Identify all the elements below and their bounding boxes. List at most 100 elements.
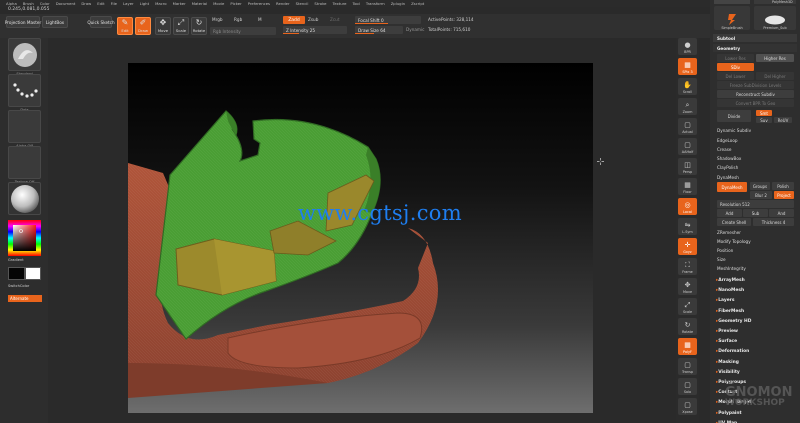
menu-item[interactable]: File <box>111 1 117 6</box>
menu-item[interactable]: Tool <box>352 1 359 6</box>
shelf-local-button[interactable]: ◎ Local <box>678 198 697 215</box>
shelf-rotate-button[interactable]: ↻ Rotate <box>678 318 697 335</box>
draw-mode-button[interactable]: ✐ Draw <box>135 17 151 35</box>
blur-slider[interactable]: Blur 2 <box>750 191 772 199</box>
section-deformation[interactable]: Deformation <box>716 349 749 354</box>
shelf-bpr-button[interactable]: ● BPR <box>678 38 697 55</box>
edit-mode-button[interactable]: ✎ Edit <box>117 17 133 35</box>
menu-item[interactable]: Material <box>192 1 207 6</box>
shelf-spix-3-button[interactable]: ▦ SPix 3 <box>678 58 697 75</box>
dynamesh-section[interactable]: DynaMesh <box>713 173 797 181</box>
menu-item[interactable]: Transform <box>366 1 385 6</box>
menu-item[interactable]: Render <box>276 1 290 6</box>
section-visibility[interactable]: Visibility <box>716 370 740 375</box>
shelf-zoom-button[interactable]: ⌕ Zoom <box>678 98 697 115</box>
thickness-slider[interactable]: Thickness 4 <box>753 218 794 226</box>
smt-toggle[interactable]: Smt <box>756 110 772 116</box>
focal-shift-slider[interactable]: Focal Shift 0 <box>355 16 421 24</box>
menu-item[interactable]: Edit <box>97 1 104 6</box>
menu-item[interactable]: Document <box>56 1 76 6</box>
dynamic-subdiv-item[interactable]: Dynamic Subdiv <box>713 126 797 134</box>
crease-item[interactable]: Crease <box>713 145 797 153</box>
dynamesh-button[interactable]: DynaMesh <box>717 182 747 192</box>
shelf-xpose-button[interactable]: ▢ Xpose <box>678 398 697 415</box>
freeze-subdiv-button[interactable]: Freeze SubDivision Levels <box>717 81 794 89</box>
shelf-move-button[interactable]: ✥ Move <box>678 278 697 295</box>
rotate-mode-button[interactable]: ↻ Rotate <box>191 17 207 35</box>
menu-item[interactable]: Zplugin <box>391 1 405 6</box>
shelf-transp-button[interactable]: ▢ Transp <box>678 358 697 375</box>
add-button[interactable]: Add <box>717 209 742 217</box>
resolution-slider[interactable]: Resolution 512 <box>717 200 794 208</box>
gradient-label[interactable]: Gradient <box>8 258 41 262</box>
menu-item[interactable]: Brush <box>23 1 34 6</box>
draw-size-slider[interactable]: Draw Size 64 <box>355 26 403 34</box>
shelf-l-sym-button[interactable]: ⇋ L.Sym <box>678 218 697 235</box>
quick-sketch-button[interactable]: Quick Sketch <box>87 16 115 28</box>
sdiv-slider[interactable]: SDiv <box>717 63 754 71</box>
suv-toggle[interactable]: Suv <box>756 117 772 123</box>
section-polypaint[interactable]: Polypaint <box>716 411 741 416</box>
menu-item[interactable]: Texture <box>333 1 347 6</box>
position-item[interactable]: Position <box>713 246 797 254</box>
size-item[interactable]: Size <box>713 255 797 263</box>
del-lower-button[interactable]: Del Lower <box>717 72 754 80</box>
zadd-button[interactable]: Zadd <box>283 16 305 24</box>
menu-item[interactable]: Alpha <box>6 1 17 6</box>
menu-item[interactable]: Stencil <box>296 1 309 6</box>
scale-mode-button[interactable]: ⤢ Scale <box>173 17 189 35</box>
simplebrush-thumbnail[interactable]: SimpleBrush <box>714 6 750 30</box>
section-layers[interactable]: Layers <box>716 298 734 303</box>
primary-color-swatch[interactable] <box>8 267 25 280</box>
menu-item[interactable]: Color <box>40 1 50 6</box>
switch-color-button[interactable]: SwitchColor <box>8 284 41 288</box>
sub-button[interactable]: Sub <box>743 209 768 217</box>
menu-item[interactable]: Picker <box>230 1 241 6</box>
shelf-solo-button[interactable]: ▢ Solo <box>678 378 697 395</box>
mrgb-toggle[interactable]: Mrgb <box>212 17 223 22</box>
shelf-scroll-button[interactable]: ✋ Scroll <box>678 78 697 95</box>
divide-button[interactable]: Divide <box>717 110 751 122</box>
shelf-polyf-button[interactable]: ▦ PolyF <box>678 338 697 355</box>
rgb-toggle[interactable]: Rgb <box>234 17 242 22</box>
claypolish-item[interactable]: ClayPolish <box>713 163 797 171</box>
menu-item[interactable]: Zscript <box>411 1 424 6</box>
meshintegrity-item[interactable]: MeshIntegrity <box>713 264 797 272</box>
zsub-button[interactable]: Zsub <box>308 17 318 22</box>
alternate-button[interactable]: Alternate <box>8 295 42 302</box>
menu-item[interactable]: Light <box>140 1 149 6</box>
menu-item[interactable]: Stroke <box>314 1 326 6</box>
shelf-scale-button[interactable]: ⤢ Scale <box>678 298 697 315</box>
lightbox-button[interactable]: LightBox <box>42 16 68 28</box>
section-fibermesh[interactable]: FiberMesh <box>716 309 744 314</box>
texture-thumbnail[interactable] <box>8 146 41 179</box>
section-surface[interactable]: Surface <box>716 339 737 344</box>
projection-master-button[interactable]: Projection Master <box>5 16 41 28</box>
section-arraymesh[interactable]: ArrayMesh <box>716 278 745 283</box>
lower-res-button[interactable]: Lower Res <box>717 54 754 62</box>
alpha-thumbnail[interactable] <box>8 110 41 143</box>
create-shell-button[interactable]: Create Shell <box>717 218 751 226</box>
subtool-header[interactable]: Subtool <box>713 34 797 42</box>
polish-toggle[interactable]: Polish <box>772 182 794 190</box>
section-masking[interactable]: Masking <box>716 360 739 365</box>
shelf-floor-button[interactable]: ▦ Floor <box>678 178 697 195</box>
zremesher-item[interactable]: ZRemesher <box>713 228 797 236</box>
rgb-intensity-slider[interactable]: Rgb Intensity <box>210 27 276 35</box>
stroke-thumbnail[interactable] <box>8 74 41 107</box>
del-higher-button[interactable]: Del Higher <box>756 72 794 80</box>
dynamic-toggle[interactable]: Dynamic <box>406 27 424 32</box>
material-thumbnail[interactable] <box>8 182 41 215</box>
shadowbox-item[interactable]: ShadowBox <box>713 154 797 162</box>
menu-item[interactable]: Macro <box>155 1 167 6</box>
menu-item[interactable]: Draw <box>81 1 91 6</box>
and-button[interactable]: And <box>769 209 794 217</box>
geometry-header[interactable]: Geometry <box>713 44 797 52</box>
modify-topology-item[interactable]: Modify Topology <box>713 237 797 245</box>
convert-bpr-button[interactable]: Convert BPR To Geo <box>717 99 794 107</box>
menu-item[interactable]: Movie <box>213 1 224 6</box>
shelf-gxyz-button[interactable]: ✛ Gxyz <box>678 238 697 255</box>
z-intensity-slider[interactable]: Z Intensity 25 <box>283 26 347 34</box>
m-toggle[interactable]: M <box>258 17 262 22</box>
higher-res-button[interactable]: Higher Res <box>756 54 794 62</box>
